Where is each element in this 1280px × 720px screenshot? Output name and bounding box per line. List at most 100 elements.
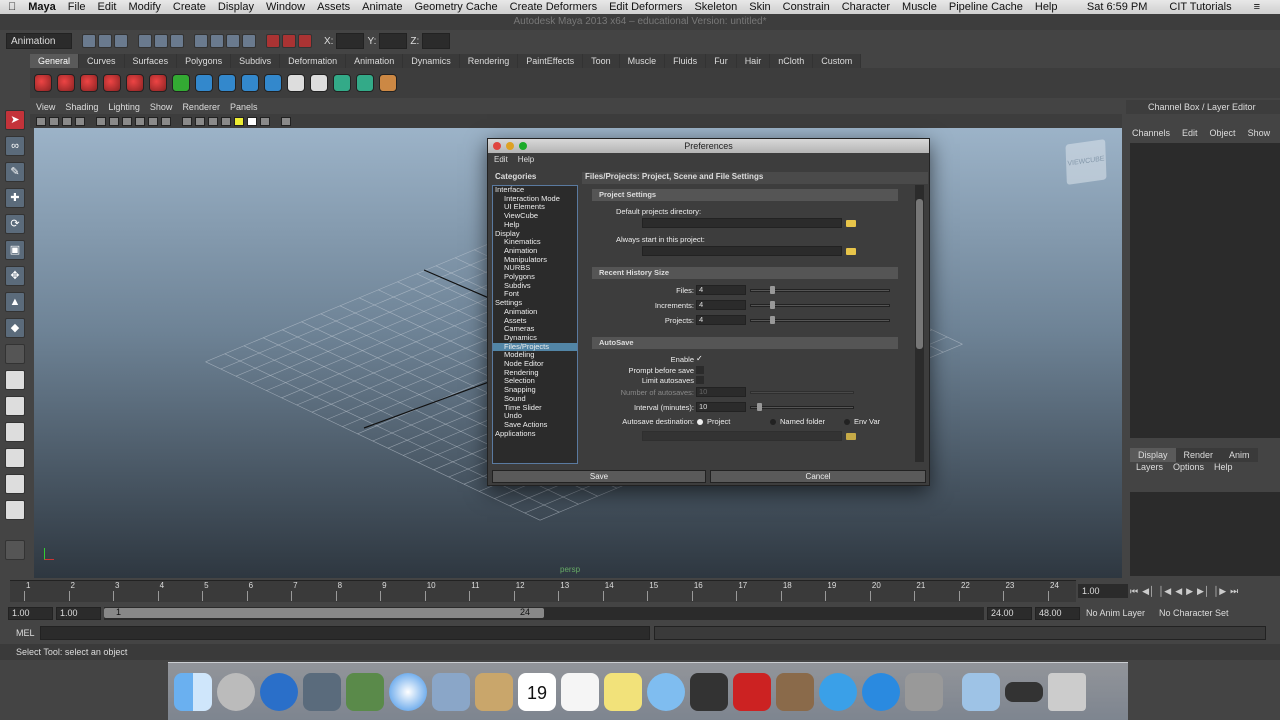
shelf-tab-painteffects[interactable]: PaintEffects	[518, 54, 584, 68]
snap-plane-icon[interactable]	[242, 34, 256, 48]
layer-menu-options[interactable]: Options	[1173, 462, 1204, 474]
shelf-tab-rendering[interactable]: Rendering	[459, 54, 519, 68]
anim-layer-selector[interactable]: No Anim Layer	[1086, 608, 1145, 618]
menu-muscle[interactable]: Muscle	[902, 1, 937, 13]
interval-slider[interactable]	[750, 406, 854, 409]
new-scene-icon[interactable]	[82, 34, 96, 48]
shelf-tool-icon[interactable]	[379, 74, 397, 92]
time-slider[interactable]: 1 2 3 4 5 6 7 8 9 10 11 12 13 14 15 16 17 18 19 20 21 22 23 24	[10, 580, 1076, 602]
shelf-tool-icon[interactable]	[126, 74, 144, 92]
channel-menu-object[interactable]: Object	[1210, 128, 1236, 140]
maya-icon[interactable]	[303, 672, 341, 711]
snap-grid-icon[interactable]	[194, 34, 208, 48]
menu-skeleton[interactable]: Skeleton	[694, 1, 737, 13]
panel-menu-shading[interactable]: Shading	[65, 100, 98, 114]
calendar-icon[interactable]: 19	[518, 672, 556, 711]
folder-icon[interactable]	[846, 220, 856, 227]
channel-menu-channels[interactable]: Channels	[1132, 128, 1170, 140]
channel-menu-edit[interactable]: Edit	[1182, 128, 1198, 140]
menu-geometry-cache[interactable]: Geometry Cache	[415, 1, 498, 13]
ipr-render-icon[interactable]	[282, 34, 296, 48]
folder-icon[interactable]	[846, 248, 856, 255]
lights-icon[interactable]	[234, 116, 244, 126]
wireframe-on-shaded-icon[interactable]	[208, 116, 218, 126]
recent-history-section[interactable]: Recent History Size	[592, 267, 898, 279]
gate-mask-icon[interactable]	[135, 116, 145, 126]
select-component-icon[interactable]	[170, 34, 184, 48]
itunes-icon[interactable]	[819, 672, 857, 711]
messages-icon[interactable]	[647, 672, 685, 711]
layer-menu-help[interactable]: Help	[1214, 462, 1233, 474]
list-icon[interactable]: ≡	[1254, 1, 1260, 13]
autosave-section[interactable]: AutoSave	[592, 337, 898, 349]
persp-outliner-layout-icon[interactable]	[5, 448, 25, 468]
projects-field[interactable]: 4	[696, 315, 746, 325]
camera-icon[interactable]	[36, 116, 46, 126]
menu-create[interactable]: Create	[173, 1, 206, 13]
lasso-tool-icon[interactable]: ∞	[5, 136, 25, 156]
trash-icon[interactable]	[1048, 672, 1086, 711]
menu-edit[interactable]: Edit	[98, 1, 117, 13]
menu-constrain[interactable]: Constrain	[783, 1, 830, 13]
shelf-tool-icon[interactable]	[310, 74, 328, 92]
scrollbar-thumb[interactable]	[916, 199, 923, 349]
snap-point-icon[interactable]	[226, 34, 240, 48]
shelf-tab-fur[interactable]: Fur	[706, 54, 737, 68]
menu-assets[interactable]: Assets	[317, 1, 350, 13]
image-capture-icon[interactable]	[346, 672, 384, 711]
film-gate-icon[interactable]	[109, 116, 119, 126]
step-forward-icon[interactable]: ▶│	[1197, 586, 1210, 597]
app-store-icon[interactable]	[862, 672, 900, 711]
menu-edit-deformers[interactable]: Edit Deformers	[609, 1, 682, 13]
projects-slider-knob[interactable]	[770, 316, 775, 324]
interval-field[interactable]: 10	[696, 402, 746, 412]
x-field[interactable]	[336, 33, 365, 49]
iphoto-icon[interactable]	[776, 672, 814, 711]
step-back-icon[interactable]: │◀	[1159, 586, 1172, 597]
shelf-tab-polygons[interactable]: Polygons	[177, 54, 232, 68]
close-icon[interactable]	[493, 142, 501, 150]
shelf-tab-deformation[interactable]: Deformation	[280, 54, 347, 68]
shelf-tab-surfaces[interactable]: Surfaces	[124, 54, 178, 68]
image-plane-icon[interactable]	[75, 116, 85, 126]
single-pane-layout-icon[interactable]	[5, 370, 25, 390]
reminders-icon[interactable]	[561, 672, 599, 711]
open-scene-icon[interactable]	[98, 34, 112, 48]
side-by-side-layout-icon[interactable]	[5, 422, 25, 442]
menu-skin[interactable]: Skin	[749, 1, 770, 13]
anim-end-field[interactable]: 24.00	[987, 606, 1032, 620]
outliner-layout-icon[interactable]	[5, 500, 25, 520]
menu-modify[interactable]: Modify	[128, 1, 160, 13]
prefs-menu-help[interactable]: Help	[518, 155, 534, 167]
select-hierarchy-icon[interactable]	[138, 34, 152, 48]
shelf-tool-icon[interactable]	[57, 74, 75, 92]
preview-icon[interactable]	[432, 672, 470, 711]
xray-icon[interactable]	[281, 116, 291, 126]
folder-icon[interactable]	[846, 433, 856, 440]
menu-animate[interactable]: Animate	[362, 1, 402, 13]
shelf-tab-custom[interactable]: Custom	[813, 54, 862, 68]
photo-booth-icon[interactable]	[733, 672, 771, 711]
shelf-tab-hair[interactable]: Hair	[736, 54, 771, 68]
menu-pipeline-cache[interactable]: Pipeline Cache	[949, 1, 1023, 13]
shelf-tool-icon[interactable]	[218, 74, 236, 92]
end-time-field[interactable]: 48.00	[1035, 606, 1080, 620]
select-tool-icon[interactable]: ➤	[5, 110, 25, 130]
play-forward-icon[interactable]: ▶	[1186, 586, 1193, 597]
shelf-tab-fluids[interactable]: Fluids	[665, 54, 707, 68]
safari-icon[interactable]	[389, 672, 427, 711]
move-tool-icon[interactable]: ✚	[5, 188, 25, 208]
last-tool-icon[interactable]	[5, 344, 25, 364]
anim-start-field[interactable]: 1.00	[56, 606, 101, 620]
field-chart-icon[interactable]	[148, 116, 158, 126]
menu-window[interactable]: Window	[266, 1, 305, 13]
shelf-tool-icon[interactable]	[103, 74, 121, 92]
channel-menu-show[interactable]: Show	[1248, 128, 1271, 140]
destination-env-radio[interactable]	[844, 419, 850, 425]
layer-tab-anim[interactable]: Anim	[1221, 448, 1258, 462]
shelf-tool-icon[interactable]	[149, 74, 167, 92]
default-dir-field[interactable]	[642, 218, 842, 228]
isolate-icon[interactable]	[260, 116, 270, 126]
menu-create-deformers[interactable]: Create Deformers	[510, 1, 597, 13]
shelf-tool-icon[interactable]	[333, 74, 351, 92]
